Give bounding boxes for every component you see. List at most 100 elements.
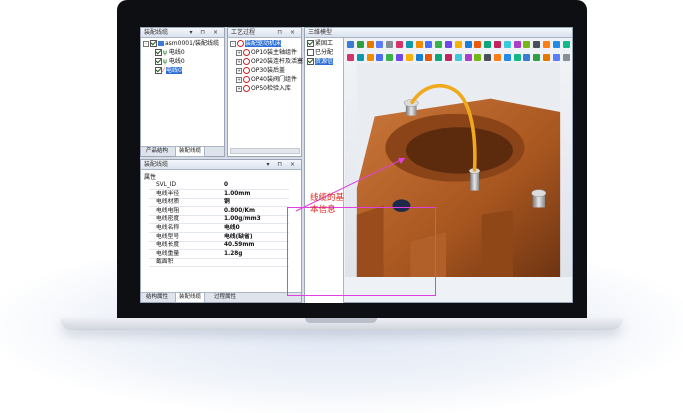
toolbar-tool-icon[interactable]: [435, 54, 443, 61]
toolbar-tool-icon[interactable]: [562, 41, 570, 48]
wire-edit-icon: ⁄: [163, 67, 165, 74]
checkbox[interactable]: [155, 58, 162, 65]
process-pane: 工艺过程 ⊓ × - 装配驱动机床 + OP10装主轴组件 + OP20装连杆及活塞 …: [227, 27, 303, 157]
tab-structure-props[interactable]: 结构属性: [143, 293, 171, 302]
toolbar-tool-icon[interactable]: [396, 54, 403, 61]
toolbar-tool-icon[interactable]: [366, 41, 374, 48]
model-tree-item[interactable]: 紧固工: [307, 39, 333, 48]
tree-item-wire[interactable]: ψ 电线0: [155, 57, 185, 66]
tab-assembly-cable[interactable]: 装配线缆: [175, 147, 206, 157]
toolbar-tool-icon[interactable]: [425, 41, 433, 48]
toolbar-tool-icon[interactable]: [474, 54, 482, 61]
toolbar-row-1: [345, 40, 573, 50]
expand-icon[interactable]: +: [236, 58, 242, 65]
expand-icon[interactable]: +: [236, 67, 242, 74]
checkbox[interactable]: [307, 40, 314, 47]
toolbar-tool-icon[interactable]: [484, 41, 492, 48]
toolbar-tool-icon[interactable]: [445, 54, 452, 61]
model-tree-item[interactable]: 资源信: [307, 57, 334, 66]
toolbar-tool-icon[interactable]: [543, 54, 550, 61]
toolbar-tool-icon[interactable]: [552, 41, 560, 48]
toolbar-tool-icon[interactable]: [356, 54, 364, 61]
tree-item-wire[interactable]: ψ 电线0: [155, 48, 185, 57]
process-item[interactable]: + OP30装后盖: [236, 66, 285, 75]
properties-tabs: 结构属性 装配线缆 过程属性: [141, 292, 301, 303]
collapse-icon[interactable]: -: [230, 40, 236, 47]
tree-item-label: 电线0: [168, 58, 185, 65]
toolbar-tool-icon[interactable]: [454, 41, 462, 48]
process-item-label: OP20装连杆及活塞: [251, 58, 303, 65]
expand-icon[interactable]: +: [236, 76, 242, 83]
horizontal-scrollbar[interactable]: [230, 148, 300, 154]
checkbox[interactable]: [307, 49, 314, 56]
checkbox[interactable]: [155, 67, 162, 74]
toolbar-tool-icon[interactable]: [425, 54, 433, 61]
checkbox[interactable]: [150, 40, 157, 47]
toolbar-tool-icon[interactable]: [464, 54, 472, 61]
toolbar-tool-icon[interactable]: [562, 54, 570, 61]
model-tree-label: 资源信: [315, 58, 334, 65]
tab-assembly-cable[interactable]: 装配线缆: [175, 293, 206, 303]
toolbar-tool-icon[interactable]: [503, 41, 511, 48]
toolbar-tool-icon[interactable]: [356, 41, 364, 48]
toolbar-tool-icon[interactable]: [396, 41, 403, 48]
toolbar-tool-icon[interactable]: [523, 41, 531, 48]
toolbar-tool-icon[interactable]: [405, 54, 413, 61]
toolbar-tool-icon[interactable]: [347, 54, 354, 61]
process-icon: [243, 85, 250, 92]
toolbar-tool-icon[interactable]: [552, 54, 560, 61]
collapse-icon[interactable]: -: [143, 40, 149, 47]
toolbar-tool-icon[interactable]: [415, 54, 423, 61]
toolbar-tool-icon[interactable]: [494, 41, 501, 48]
process-item[interactable]: + OP40装阀门组件: [236, 75, 297, 84]
tree-item-wire-selected[interactable]: ⁄ 电线0: [155, 66, 182, 75]
property-row[interactable]: 截面积: [149, 258, 289, 268]
process-item[interactable]: + OP10装主轴组件: [236, 48, 297, 57]
toolbar-tool-icon[interactable]: [376, 54, 384, 61]
toolbar-tool-icon[interactable]: [454, 54, 462, 61]
toolbar-tool-icon[interactable]: [445, 41, 452, 48]
toolbar-tool-icon[interactable]: [533, 41, 541, 48]
toolbar-tool-icon[interactable]: [543, 41, 550, 48]
assembly-tabs: 产品结构 装配线缆: [141, 146, 224, 157]
toolbar-tool-icon[interactable]: [503, 54, 511, 61]
process-item-label: OP50检验入库: [251, 85, 291, 92]
property-value: 铜: [224, 199, 230, 206]
toolbar-tool-icon[interactable]: [347, 41, 354, 48]
toolbar-tool-icon[interactable]: [435, 41, 443, 48]
expand-icon[interactable]: +: [236, 85, 242, 92]
toolbar-tool-icon[interactable]: [415, 41, 423, 48]
pane-controls-icon[interactable]: ▾ ⊓ ×: [189, 28, 221, 37]
checkbox[interactable]: [307, 58, 314, 65]
toolbar-tool-icon[interactable]: [405, 41, 413, 48]
toolbar-tool-icon[interactable]: [513, 54, 521, 61]
model-tree-item[interactable]: 已分配: [307, 48, 333, 57]
property-key: 电线长度: [156, 242, 180, 249]
assembly-root[interactable]: - asm0001/装配线缆: [143, 39, 219, 48]
assembly-pane: 装配线缆 ▾ ⊓ × - asm0001/装配线缆 ψ 电线0 ψ 电线0 ⁄ 电…: [140, 27, 225, 157]
expand-icon[interactable]: +: [236, 49, 242, 56]
property-key: 电线名称: [156, 225, 180, 231]
toolbar-tool-icon[interactable]: [386, 41, 394, 48]
tab-process-props[interactable]: 过程属性: [211, 293, 239, 302]
toolbar-tool-icon[interactable]: [366, 54, 374, 61]
toolbar-tool-icon[interactable]: [523, 54, 531, 61]
toolbar-tool-icon[interactable]: [533, 54, 541, 61]
toolbar-tool-icon[interactable]: [474, 41, 482, 48]
property-group-label: 属性: [144, 174, 157, 181]
tab-product-structure[interactable]: 产品结构: [143, 147, 171, 156]
toolbar-tool-icon[interactable]: [513, 41, 521, 48]
pane-controls-icon[interactable]: ⊓ ×: [277, 28, 298, 37]
process-root[interactable]: - 装配驱动机床: [230, 39, 282, 48]
process-icon: [243, 67, 250, 74]
toolbar-tool-icon[interactable]: [386, 54, 394, 61]
toolbar-tool-icon[interactable]: [464, 41, 472, 48]
pane-controls-icon[interactable]: ▾ ⊓ ×: [266, 160, 298, 169]
toolbar-tool-icon[interactable]: [494, 54, 501, 61]
process-item[interactable]: + OP50检验入库: [236, 84, 291, 93]
process-icon: [243, 76, 250, 83]
process-item[interactable]: + OP20装连杆及活塞: [236, 57, 303, 66]
toolbar-tool-icon[interactable]: [376, 41, 384, 48]
checkbox[interactable]: [155, 49, 162, 56]
toolbar-tool-icon[interactable]: [484, 54, 492, 61]
